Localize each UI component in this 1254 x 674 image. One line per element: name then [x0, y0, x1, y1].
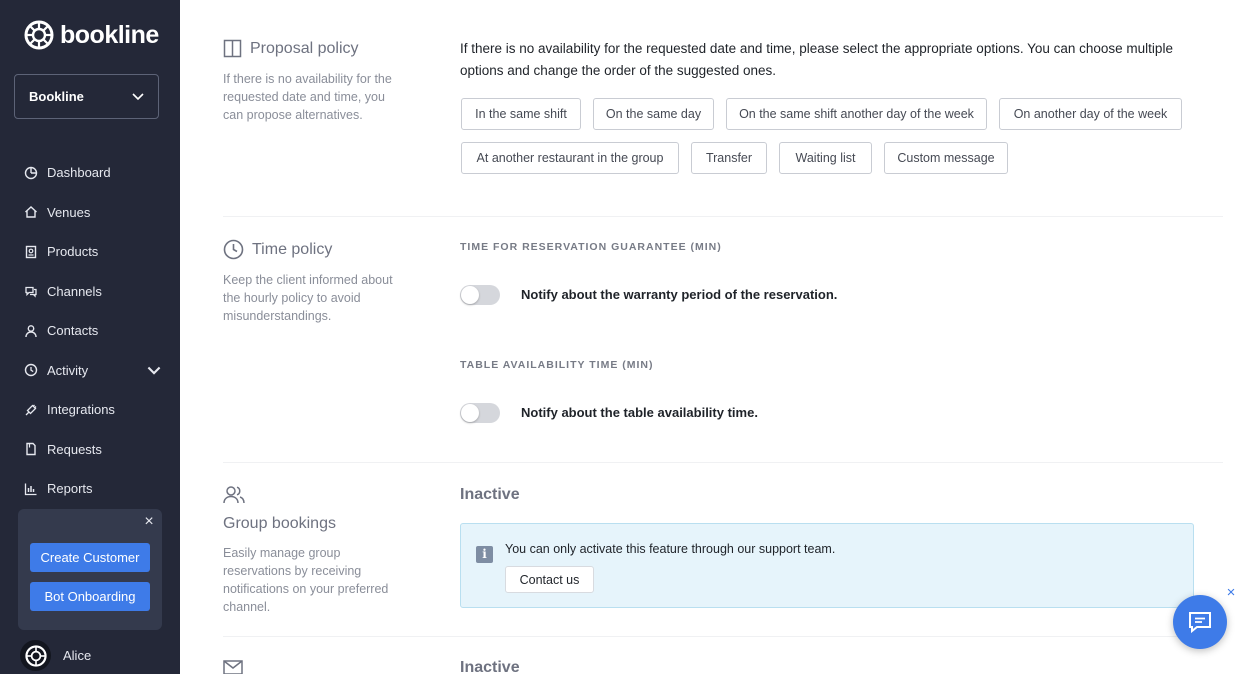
- sidebar-item-label: Reports: [47, 481, 93, 497]
- availability-toggle-label: Notify about the table availability time…: [521, 405, 758, 420]
- section-title: Group bookings: [223, 515, 336, 532]
- sidebar: bookline Bookline Dashboard Venues Produ…: [0, 0, 180, 674]
- plug-icon: [25, 404, 37, 416]
- chat-widget-button[interactable]: [1173, 595, 1227, 649]
- section-divider: [223, 462, 1223, 463]
- group-bookings-status: Inactive: [460, 486, 520, 503]
- chat-icon: [1189, 612, 1211, 634]
- sidebar-item-label: Requests: [47, 441, 102, 457]
- guarantee-label: TIME FOR RESERVATION GUARANTEE (MIN): [460, 241, 722, 253]
- sidebar-item-dashboard[interactable]: Dashboard: [0, 153, 180, 193]
- sidebar-item-venues[interactable]: Venues: [0, 193, 180, 233]
- support-info-text: You can only activate this feature throu…: [505, 542, 836, 556]
- option-same-shift[interactable]: In the same shift: [461, 98, 581, 130]
- sidebar-item-channels[interactable]: Channels: [0, 272, 180, 312]
- users-icon: [223, 486, 245, 504]
- chevron-down-icon: [132, 92, 144, 100]
- proposal-intro: If there is no availability for the requ…: [460, 41, 1173, 78]
- bar-chart-icon: [24, 483, 37, 495]
- columns-icon: [223, 39, 242, 58]
- option-transfer[interactable]: Transfer: [691, 142, 767, 174]
- next-section-status: Inactive: [460, 659, 520, 674]
- logo[interactable]: bookline: [24, 20, 159, 50]
- mail-icon: [223, 660, 243, 674]
- chevron-down-icon: [147, 366, 161, 375]
- sidebar-item-label: Contacts: [47, 323, 99, 339]
- availability-label: TABLE AVAILABILITY TIME (MIN): [460, 359, 654, 371]
- sidebar-item-label: Products: [47, 244, 99, 260]
- chat-bubbles-icon: [25, 287, 37, 298]
- clock-icon: [223, 239, 244, 260]
- logo-icon: [24, 644, 47, 667]
- proposal-policy-description: If there is no availability for the requ…: [223, 72, 392, 122]
- contact-us-button[interactable]: Contact us: [505, 566, 594, 593]
- guarantee-toggle[interactable]: [460, 285, 500, 305]
- sidebar-item-requests[interactable]: Requests: [0, 430, 180, 470]
- option-same-day[interactable]: On the same day: [593, 98, 714, 130]
- time-policy-title: Time policy: [223, 239, 332, 260]
- sidebar-item-products[interactable]: Products: [0, 232, 180, 272]
- main-content: Proposal policy If there is no availabil…: [180, 0, 1254, 674]
- brand-name: bookline: [60, 20, 159, 49]
- organization-select[interactable]: Bookline: [14, 74, 159, 119]
- sidebar-item-activity[interactable]: Activity: [0, 351, 180, 391]
- avatar: [20, 640, 51, 671]
- app-root: bookline Bookline Dashboard Venues Produ…: [0, 0, 1254, 674]
- option-waiting-list[interactable]: Waiting list: [779, 142, 872, 174]
- user-name: Alice: [63, 648, 92, 663]
- sidebar-item-label: Venues: [47, 204, 91, 220]
- time-policy-description: Keep the client informed about the hourl…: [223, 273, 393, 323]
- products-icon: [25, 245, 37, 258]
- logo-icon: [24, 20, 54, 50]
- person-icon: [25, 324, 37, 337]
- close-icon[interactable]: ×: [142, 514, 156, 530]
- guarantee-toggle-label: Notify about the warranty period of the …: [521, 287, 838, 302]
- sidebar-item-label: Integrations: [47, 402, 115, 418]
- sidebar-item-contacts[interactable]: Contacts: [0, 311, 180, 351]
- bot-onboarding-button[interactable]: Bot Onboarding: [30, 582, 150, 611]
- option-another-restaurant[interactable]: At another restaurant in the group: [461, 142, 679, 174]
- option-same-shift-other-day[interactable]: On the same shift another day of the wee…: [726, 98, 987, 130]
- proposal-policy-title: Proposal policy: [223, 39, 359, 58]
- home-icon: [25, 206, 37, 218]
- sidebar-item-label: Activity: [47, 362, 89, 378]
- activity-icon: [24, 364, 38, 377]
- group-bookings-description: Easily manage group reservations by rece…: [223, 546, 389, 614]
- group-bookings-title: Group bookings: [223, 515, 336, 533]
- sidebar-item-label: Dashboard: [47, 165, 111, 181]
- option-custom-message[interactable]: Custom message: [884, 142, 1008, 174]
- dashboard-icon: [24, 166, 38, 179]
- sidebar-item-integrations[interactable]: Integrations: [0, 390, 180, 430]
- availability-toggle[interactable]: [460, 403, 500, 423]
- organization-select-value: Bookline: [29, 89, 84, 104]
- user-menu[interactable]: Alice: [20, 640, 91, 671]
- info-icon: i: [476, 546, 493, 563]
- section-title: Time policy: [252, 240, 333, 258]
- section-divider: [223, 636, 1223, 637]
- sidebar-item-reports[interactable]: Reports: [0, 469, 180, 509]
- onboarding-panel: × Create Customer Bot Onboarding: [18, 509, 162, 630]
- section-divider: [223, 216, 1223, 217]
- option-another-day[interactable]: On another day of the week: [999, 98, 1182, 130]
- support-info-box: i You can only activate this feature thr…: [460, 523, 1194, 608]
- section-title: Proposal policy: [250, 39, 359, 57]
- sidebar-item-label: Channels: [47, 283, 102, 299]
- close-icon[interactable]: ×: [1224, 585, 1238, 600]
- document-icon: [26, 443, 36, 456]
- sidebar-nav: Dashboard Venues Products Channels Conta…: [0, 153, 180, 509]
- create-customer-button[interactable]: Create Customer: [30, 543, 150, 572]
